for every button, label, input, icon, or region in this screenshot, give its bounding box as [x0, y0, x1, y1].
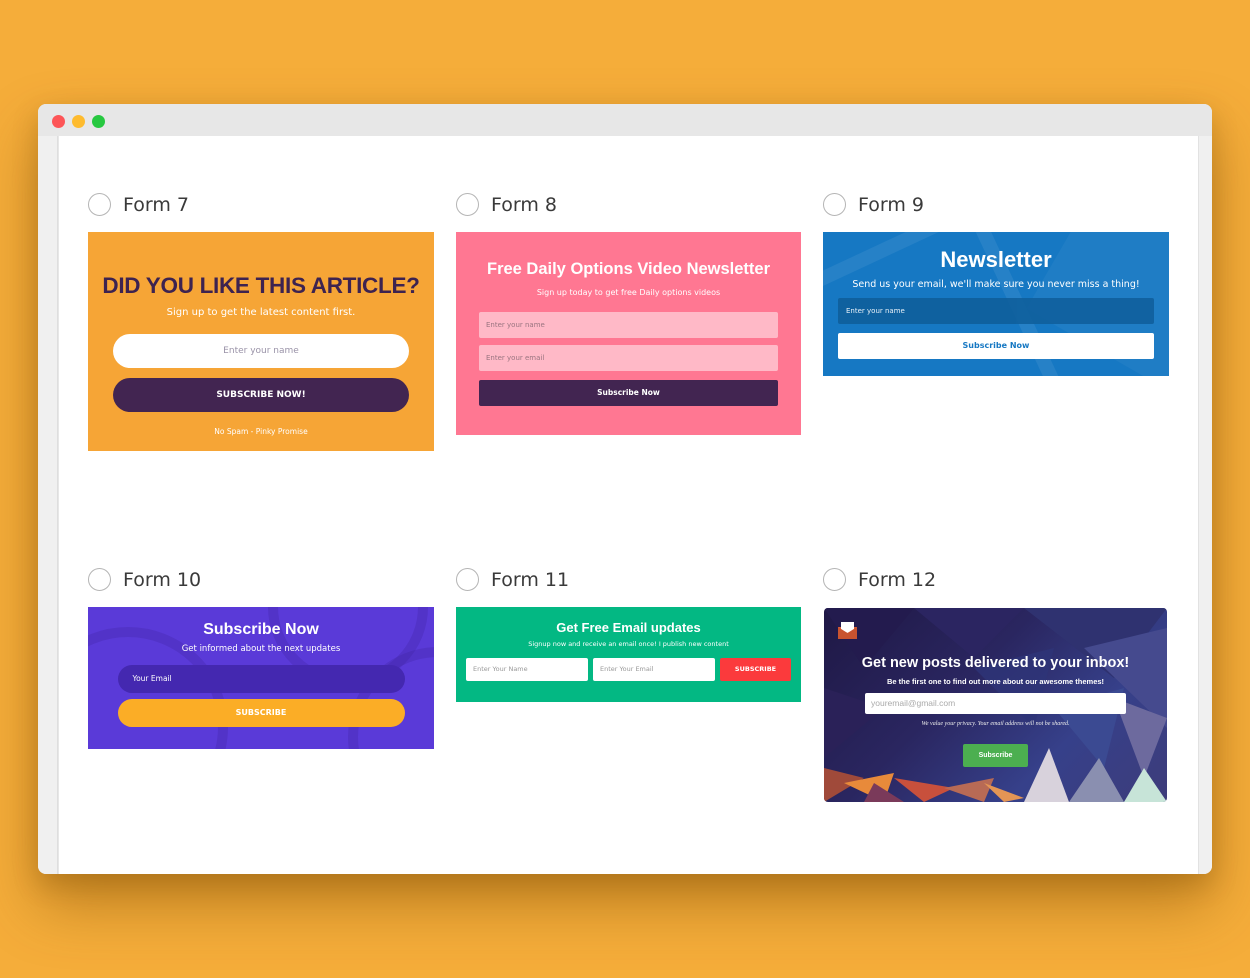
- option-form-12[interactable]: Form 12: [823, 568, 936, 591]
- form-7-preview[interactable]: DID YOU LIKE THIS ARTICLE? Sign up to ge…: [88, 232, 434, 451]
- option-label: Form 7: [123, 193, 189, 216]
- minimize-window-button[interactable]: [72, 115, 85, 128]
- option-form-10[interactable]: Form 10: [88, 568, 201, 591]
- option-label: Form 8: [491, 193, 557, 216]
- email-input: Enter Your Email: [593, 658, 715, 681]
- option-form-11[interactable]: Form 11: [456, 568, 569, 591]
- radio-button[interactable]: [823, 193, 846, 216]
- subscribe-button: Subscribe Now: [479, 380, 778, 406]
- form-subtitle: Be the first one to find out more about …: [886, 677, 1105, 686]
- form-title: DID YOU LIKE THIS ARTICLE?: [102, 273, 420, 298]
- option-form-9[interactable]: Form 9: [823, 193, 924, 216]
- form-subtitle: Sign up today to get free Daily options …: [536, 288, 721, 297]
- radio-button[interactable]: [456, 568, 479, 591]
- form-title: Subscribe Now: [203, 621, 319, 638]
- envelope-icon: [838, 622, 857, 639]
- form-title: Newsletter: [940, 247, 1052, 272]
- radio-button[interactable]: [88, 568, 111, 591]
- subscribe-button: SUBSCRIBE NOW!: [113, 378, 409, 412]
- form-title: Free Daily Options Video Newsletter: [486, 260, 771, 278]
- form-title: Get Free Email updates: [556, 620, 701, 635]
- form-9-preview[interactable]: Newsletter Send us your email, we'll mak…: [823, 232, 1169, 376]
- option-label: Form 11: [491, 568, 570, 591]
- form-12-preview[interactable]: Get new posts delivered to your inbox! B…: [824, 608, 1167, 802]
- form-10-preview[interactable]: Subscribe Now Get informed about the nex…: [88, 607, 434, 749]
- form-subtitle: Send us your email, we'll make sure you …: [852, 279, 1140, 290]
- radio-button[interactable]: [88, 193, 111, 216]
- form-footer: No Spam - Pinky Promise: [214, 427, 308, 436]
- option-label: Form 12: [858, 568, 937, 591]
- form-11-preview[interactable]: Get Free Email updates Signup now and re…: [456, 607, 801, 702]
- option-label: Form 10: [123, 568, 202, 591]
- right-gutter: [1198, 136, 1212, 874]
- subscribe-button: Subscribe: [963, 744, 1028, 767]
- option-form-8[interactable]: Form 8: [456, 193, 557, 216]
- radio-button[interactable]: [823, 568, 846, 591]
- close-window-button[interactable]: [52, 115, 65, 128]
- name-input: Enter Your Name: [466, 658, 588, 681]
- privacy-note: We value your privacy. Your email addres…: [921, 721, 1070, 727]
- email-input: Your Email: [117, 665, 405, 693]
- name-input: Enter your name: [479, 312, 778, 338]
- email-input: youremail@gmail.com: [865, 693, 1126, 714]
- option-label: Form 9: [858, 193, 924, 216]
- subscribe-button: SUBSCRIBE: [720, 658, 791, 681]
- form-subtitle: Get informed about the next updates: [181, 644, 341, 654]
- form-subtitle: Signup now and receive an email once! I …: [528, 640, 729, 648]
- form-subtitle: Sign up to get the latest content first.: [166, 307, 356, 318]
- option-form-7[interactable]: Form 7: [88, 193, 189, 216]
- title-bar: [38, 104, 1212, 136]
- maximize-window-button[interactable]: [92, 115, 105, 128]
- form-8-preview[interactable]: Free Daily Options Video Newsletter Sign…: [456, 232, 801, 435]
- name-input: Enter your name: [838, 298, 1154, 324]
- form-title: Get new posts delivered to your inbox!: [861, 655, 1130, 671]
- email-input: Enter your email: [479, 345, 778, 371]
- name-input: Enter your name: [113, 334, 409, 368]
- subscribe-button: Subscribe Now: [838, 333, 1154, 359]
- radio-button[interactable]: [456, 193, 479, 216]
- left-gutter: [38, 136, 58, 874]
- subscribe-button: SUBSCRIBE: [117, 699, 405, 727]
